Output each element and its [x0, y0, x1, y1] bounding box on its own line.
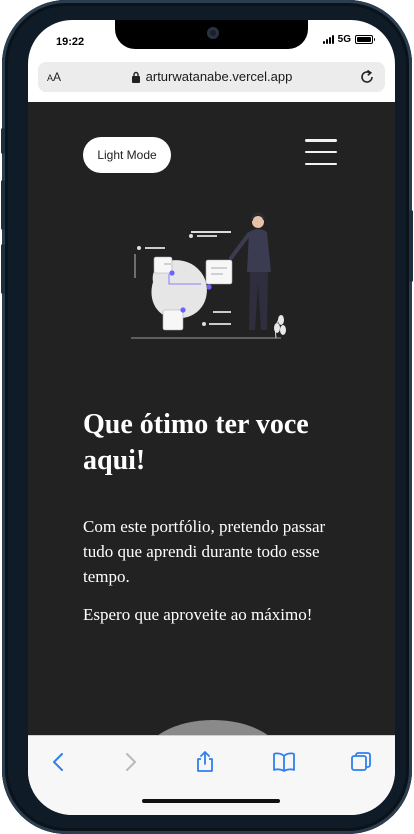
address[interactable]: arturwatanabe.vercel.app [38, 69, 385, 84]
volume-down-button [1, 244, 5, 294]
signal-icon [322, 35, 334, 44]
camera [207, 27, 219, 39]
network-label: 5G [337, 34, 351, 45]
intro-paragraph: Com este portfólio, pretendo passar tudo… [83, 517, 326, 586]
volume-up-button [1, 180, 5, 230]
notch [115, 20, 308, 49]
mute-switch [1, 128, 5, 154]
welcome-headline: Que ótimo ter voce aqui! [83, 409, 309, 476]
lock-icon [131, 71, 140, 83]
share-icon[interactable] [193, 750, 217, 774]
web-page: Light Mode Que ótimo ter voce aqui! Com … [28, 102, 395, 735]
home-indicator [142, 799, 280, 803]
browser-toolbar [28, 735, 395, 815]
profile-photo [143, 720, 283, 735]
url-bar[interactable]: AA arturwatanabe.vercel.app [38, 62, 385, 92]
closing-paragraph: Espero que aproveite ao máximo! [83, 605, 313, 624]
power-button [409, 210, 413, 282]
status-time: 19:22 [56, 36, 85, 48]
hero-illustration [131, 212, 286, 339]
light-mode-button[interactable]: Light Mode [83, 137, 171, 173]
back-icon[interactable] [47, 750, 71, 774]
phone-screen: 19:22 5G AA arturwatanabe.vercel.app Lig… [28, 20, 395, 815]
hamburger-menu-icon[interactable] [305, 139, 337, 165]
forward-icon[interactable] [118, 750, 142, 774]
bookmarks-icon[interactable] [272, 750, 296, 774]
phone-frame: 19:22 5G AA arturwatanabe.vercel.app Lig… [1, 0, 413, 834]
url-text: arturwatanabe.vercel.app [145, 69, 293, 84]
battery-icon [355, 35, 375, 44]
tabs-icon[interactable] [349, 750, 373, 774]
reload-icon[interactable] [358, 68, 376, 86]
status-indicators: 5G [322, 34, 375, 45]
